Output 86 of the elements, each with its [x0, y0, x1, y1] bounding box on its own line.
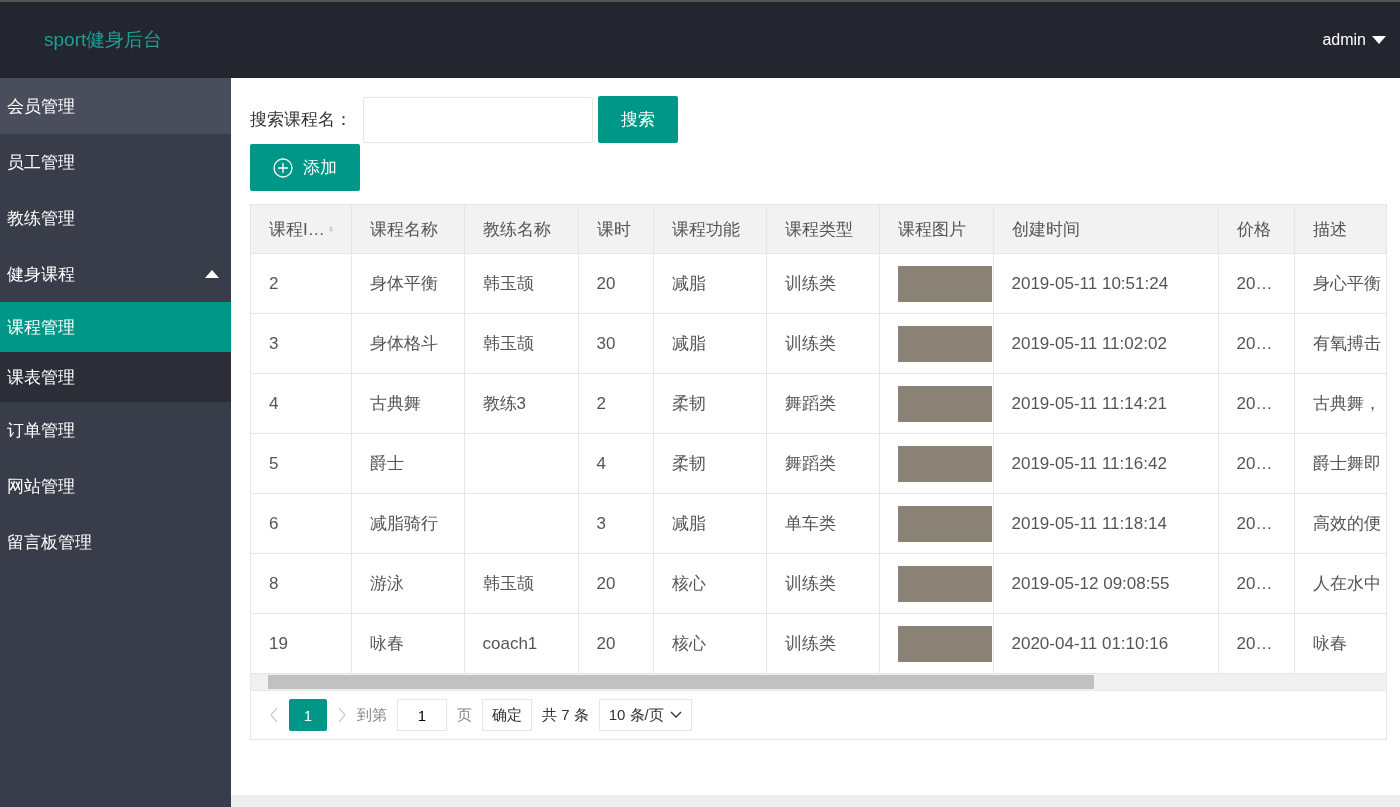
- column-header[interactable]: 课程I…: [251, 205, 351, 254]
- search-button[interactable]: 搜索: [598, 96, 678, 143]
- table-cell: 高效的便: [1294, 493, 1386, 554]
- table-cell: 核心: [653, 553, 766, 614]
- table-cell: 减脂骑行: [351, 493, 464, 554]
- table-cell: 4: [578, 433, 653, 494]
- table-cell: 爵士: [351, 433, 464, 494]
- table-cell: 2019-05-11 11:02:02: [993, 313, 1218, 374]
- table-cell: 30: [578, 313, 653, 374]
- table-cell: 韩玉颉: [464, 253, 578, 314]
- table-cell: 减脂: [653, 313, 766, 374]
- plus-circle-icon: [273, 157, 293, 178]
- caret-icon: [1372, 36, 1386, 44]
- column-label: 课程功能: [671, 218, 740, 241]
- caret-up-icon: [205, 270, 219, 278]
- table-cell: 2019-05-11 11:18:14: [993, 493, 1218, 554]
- table-cell: 教练3: [464, 373, 578, 434]
- column-label: 课程I…: [269, 218, 325, 241]
- table-cell: 20: [578, 553, 653, 614]
- table-cell: 20…: [1218, 313, 1294, 374]
- search-field[interactable]: [363, 96, 593, 143]
- table-cell: 3: [578, 493, 653, 554]
- table-cell: 训练类: [766, 553, 879, 614]
- table-cell: 2019-05-11 11:16:42: [993, 433, 1218, 494]
- table-cell: 爵士舞即: [1294, 433, 1386, 494]
- table-cell: 舞蹈类: [766, 373, 879, 434]
- table-cell: 训练类: [766, 313, 879, 374]
- table-cell: 5: [251, 433, 351, 494]
- table-cell: 3: [251, 313, 351, 374]
- sidebar-subitem[interactable]: 课表管理: [0, 352, 231, 402]
- table-cell: 古典舞，: [1294, 373, 1386, 434]
- table-cell: 舞蹈类: [766, 433, 879, 494]
- table-cell: 韩玉颉: [464, 553, 578, 614]
- table-cell: 减脂: [653, 253, 766, 314]
- horizontal-scrollbar[interactable]: [251, 673, 1386, 690]
- table-cell: 有氧搏击: [1294, 313, 1386, 374]
- confirm-button[interactable]: 确定: [482, 699, 532, 731]
- table-cell: 2: [578, 373, 653, 434]
- table-cell: 韩玉颉: [464, 313, 578, 374]
- table-cell: 训练类: [766, 253, 879, 314]
- column-label: 描述: [1312, 218, 1347, 241]
- add-button[interactable]: 添加: [250, 144, 360, 191]
- page-field[interactable]: 1: [397, 699, 447, 731]
- column-label: 价格: [1236, 218, 1271, 241]
- column-label: 课时: [596, 218, 631, 241]
- total-count: 共 7 条: [542, 705, 589, 725]
- column-label: 课程名称: [369, 218, 438, 241]
- table-cell: 2019-05-11 11:14:21: [993, 373, 1218, 434]
- column-label: 课程图片: [897, 218, 966, 241]
- page-unit: 页: [457, 705, 472, 725]
- table-cell: 柔韧: [653, 373, 766, 434]
- chevron-left-icon[interactable]: [269, 707, 279, 723]
- table-cell: 身体格斗: [351, 313, 464, 374]
- column-label: 课程类型: [784, 218, 853, 241]
- page-button[interactable]: 1: [289, 699, 327, 731]
- goto-label: 到第: [357, 705, 387, 725]
- table-cell: 柔韧: [653, 433, 766, 494]
- table-cell: 游泳: [351, 553, 464, 614]
- table-cell: 20…: [1218, 373, 1294, 434]
- sidebar-subitem[interactable]: 课程管理: [0, 302, 231, 352]
- table-cell: 身体平衡: [351, 253, 464, 314]
- table-cell: 4: [251, 373, 351, 434]
- table-cell: 减脂: [653, 493, 766, 554]
- page-size-select[interactable]: 10 条/页: [598, 699, 692, 731]
- sidebar-item[interactable]: 会员管理: [0, 78, 231, 134]
- chevron-right-icon[interactable]: [337, 707, 347, 723]
- search-label: 搜索课程名：: [250, 109, 352, 131]
- table-cell: 8: [251, 553, 351, 614]
- chevron-down-icon: [669, 711, 682, 719]
- table-cell: 2: [251, 253, 351, 314]
- table-cell: 20…: [1218, 433, 1294, 494]
- table-cell: 人在水中: [1294, 553, 1386, 614]
- table-cell: 20: [578, 253, 653, 314]
- table-cell: 2019-05-12 09:08:55: [993, 553, 1218, 614]
- table-cell: 单车类: [766, 493, 879, 554]
- user-menu[interactable]: admin: [1322, 31, 1386, 49]
- table-cell: 身心平衡: [1294, 253, 1386, 314]
- column-label: 教练名称: [482, 218, 551, 241]
- app-title: sport健身后台: [44, 28, 163, 52]
- table-cell: 20…: [1218, 253, 1294, 314]
- column-label: 创建时间: [1011, 218, 1080, 241]
- table-cell: 2019-05-11 10:51:24: [993, 253, 1218, 314]
- table-cell: 6: [251, 493, 351, 554]
- table-cell: 20…: [1218, 553, 1294, 614]
- table-cell: 古典舞: [351, 373, 464, 434]
- table-cell: 20…: [1218, 493, 1294, 554]
